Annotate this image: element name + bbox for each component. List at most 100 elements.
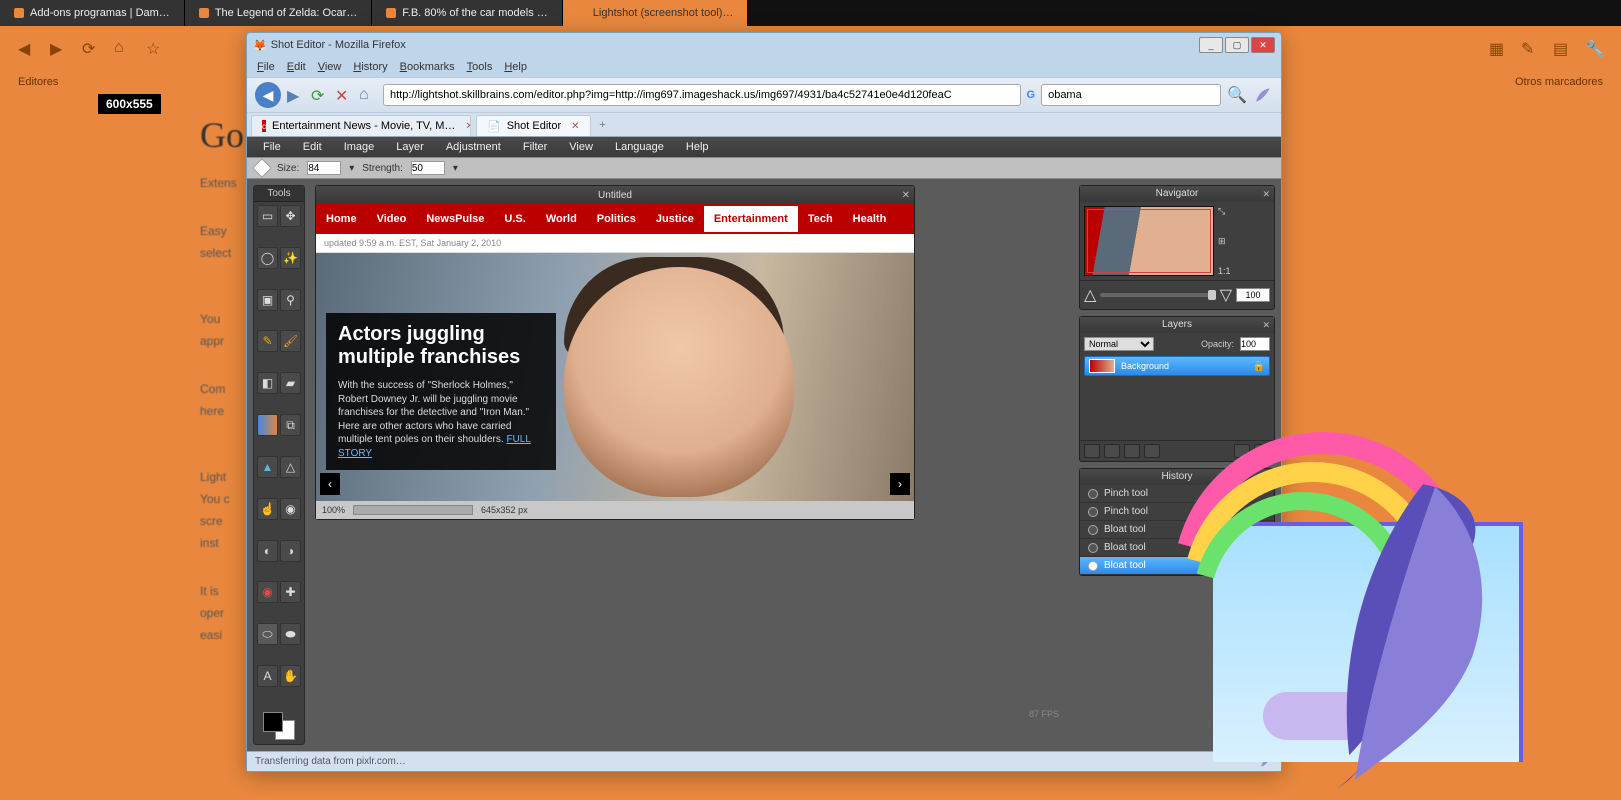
menu-edit[interactable]: Edit [283,59,310,75]
bg-tab-3[interactable]: Lightshot (screenshot tool)… [563,0,749,26]
eyedropper-tool-icon[interactable]: ⚲ [280,289,301,311]
crop-tool-icon[interactable]: ▣ [257,289,278,311]
nav-fit-icon[interactable]: ⊞ [1218,236,1270,247]
home-button[interactable]: ⌂ [359,86,377,104]
strength-input[interactable] [411,161,445,175]
panel-close-icon[interactable]: ✕ [1262,186,1270,202]
wand-tool-icon[interactable]: ✨ [280,247,301,269]
bg-tab-1[interactable]: The Legend of Zelda: Ocar… [185,0,372,26]
back-button[interactable]: ◀ [255,82,281,108]
ext3-icon[interactable]: ▤ [1553,39,1571,57]
layer-down-icon[interactable] [1144,444,1160,458]
layer-up-icon[interactable] [1124,444,1140,458]
panel-close-icon[interactable]: ✕ [1262,317,1270,333]
ed-menu-adjustment[interactable]: Adjustment [436,139,511,155]
zoom-in-icon[interactable]: ▽ [1220,285,1232,305]
document-titlebar[interactable]: Untitled ✕ [316,186,914,204]
ed-menu-language[interactable]: Language [605,139,674,155]
layer-new-icon[interactable] [1084,444,1100,458]
bookmark-item[interactable]: Editores [18,76,58,88]
bg-tab-2[interactable]: F.B. 80% of the car models … [372,0,563,26]
cnn-nav-tech[interactable]: Tech [798,213,843,225]
cnn-nav-politics[interactable]: Politics [587,213,646,225]
document-close-icon[interactable]: ✕ [902,190,910,201]
lock-icon[interactable]: 🔒 [1253,361,1265,372]
bookmark-folder[interactable]: Otros marcadores [1515,76,1603,88]
ed-menu-image[interactable]: Image [334,139,385,155]
carousel-prev-icon[interactable]: ‹ [320,473,340,495]
zoom-slider[interactable]: △ ▽ [1080,280,1274,309]
menu-view[interactable]: View [314,59,346,75]
navigator-thumbnail[interactable] [1084,206,1214,276]
lightshot-feather-icon[interactable] [1253,85,1273,105]
cnn-nav-world[interactable]: World [536,213,587,225]
new-tab-button[interactable]: + [592,113,614,136]
reload-button[interactable]: ⟳ [311,86,329,104]
cnn-nav-video[interactable]: Video [367,213,417,225]
maximize-button[interactable]: ▢ [1225,37,1249,53]
wrench-icon[interactable]: 🔧 [1585,39,1603,57]
pencil-tool-icon[interactable]: ✎ [257,330,278,352]
cnn-nav-us[interactable]: U.S. [494,213,535,225]
ed-menu-view[interactable]: View [559,139,603,155]
fg-color-swatch[interactable] [263,712,283,732]
back-icon[interactable]: ◀ [18,39,36,57]
url-input[interactable] [383,84,1021,106]
ed-menu-filter[interactable]: Filter [513,139,557,155]
sharpen-tool-icon[interactable]: △ [280,456,301,478]
ed-menu-file[interactable]: File [253,139,291,155]
star-icon[interactable]: ☆ [146,39,164,57]
clone-tool-icon[interactable]: ⧉ [280,414,301,436]
layer-dup-icon[interactable] [1104,444,1120,458]
cnn-nav-health[interactable]: Health [843,213,897,225]
layer-row[interactable]: Background 🔒 [1084,356,1270,376]
size-input[interactable] [307,161,341,175]
sponge-tool-icon[interactable]: ◉ [280,498,301,520]
ed-menu-layer[interactable]: Layer [386,139,434,155]
stop-button[interactable]: ✕ [335,86,353,104]
move-tool-icon[interactable]: ✥ [280,205,301,227]
home-icon[interactable]: ⌂ [114,39,132,57]
nav-arrows-icon[interactable]: ⤡ [1218,206,1270,217]
blur-tool-icon[interactable]: ▲ [257,456,278,478]
document-content[interactable]: Home Video NewsPulse U.S. World Politics… [316,204,914,501]
carousel-next-icon[interactable]: › [890,473,910,495]
menu-history[interactable]: History [349,59,391,75]
cnn-nav-newspulse[interactable]: NewsPulse [416,213,494,225]
minimize-button[interactable]: _ [1199,37,1223,53]
forward-button[interactable]: ▶ [287,86,305,104]
blend-mode-select[interactable]: Normal [1084,337,1154,351]
document-window[interactable]: Untitled ✕ Home Video NewsPulse U.S. Wor… [315,185,915,520]
pinch-tool-icon[interactable]: ⬬ [280,623,301,645]
zoom-input[interactable] [1236,288,1270,302]
bg-tab-0[interactable]: Add-ons programas | Dam… [0,0,185,26]
dodge-tool-icon[interactable]: ◐ [257,540,278,562]
tab-shot-editor[interactable]: 📄 Shot Editor ✕ [476,115,591,136]
search-input[interactable] [1041,84,1221,106]
tab-close-icon[interactable]: ✕ [465,121,471,132]
zoom-out-icon[interactable]: △ [1084,285,1096,305]
hand-tool-icon[interactable]: ✋ [280,665,301,687]
gradient-tool-icon[interactable] [257,414,278,436]
strength-stepper[interactable]: ▾ [453,163,458,174]
bucket-tool-icon[interactable]: ▰ [280,372,301,394]
burn-tool-icon[interactable]: ◑ [280,540,301,562]
ed-menu-help[interactable]: Help [676,139,719,155]
color-swatches[interactable] [254,708,304,744]
cnn-nav-justice[interactable]: Justice [646,213,704,225]
reload-icon[interactable]: ⟳ [82,39,100,57]
menu-file[interactable]: File [253,59,279,75]
cnn-nav-entertainment[interactable]: Entertainment [704,206,798,232]
search-go-icon[interactable]: 🔍 [1227,85,1247,105]
tab-cnn[interactable]: c Entertainment News - Movie, TV, M… ✕ [251,115,471,136]
menu-bookmarks[interactable]: Bookmarks [396,59,459,75]
lasso-tool-icon[interactable]: ◯ [257,247,278,269]
bloat-tool-icon[interactable]: ⬭ [257,623,278,645]
spot-heal-tool-icon[interactable]: ✚ [280,581,301,603]
redeye-tool-icon[interactable]: ◉ [257,581,278,603]
menu-help[interactable]: Help [500,59,531,75]
ext2-icon[interactable]: ✎ [1521,39,1539,57]
titlebar[interactable]: 🦊 Shot Editor - Mozilla Firefox _ ▢ ✕ [247,33,1281,57]
menu-tools[interactable]: Tools [463,59,497,75]
ed-menu-edit[interactable]: Edit [293,139,332,155]
